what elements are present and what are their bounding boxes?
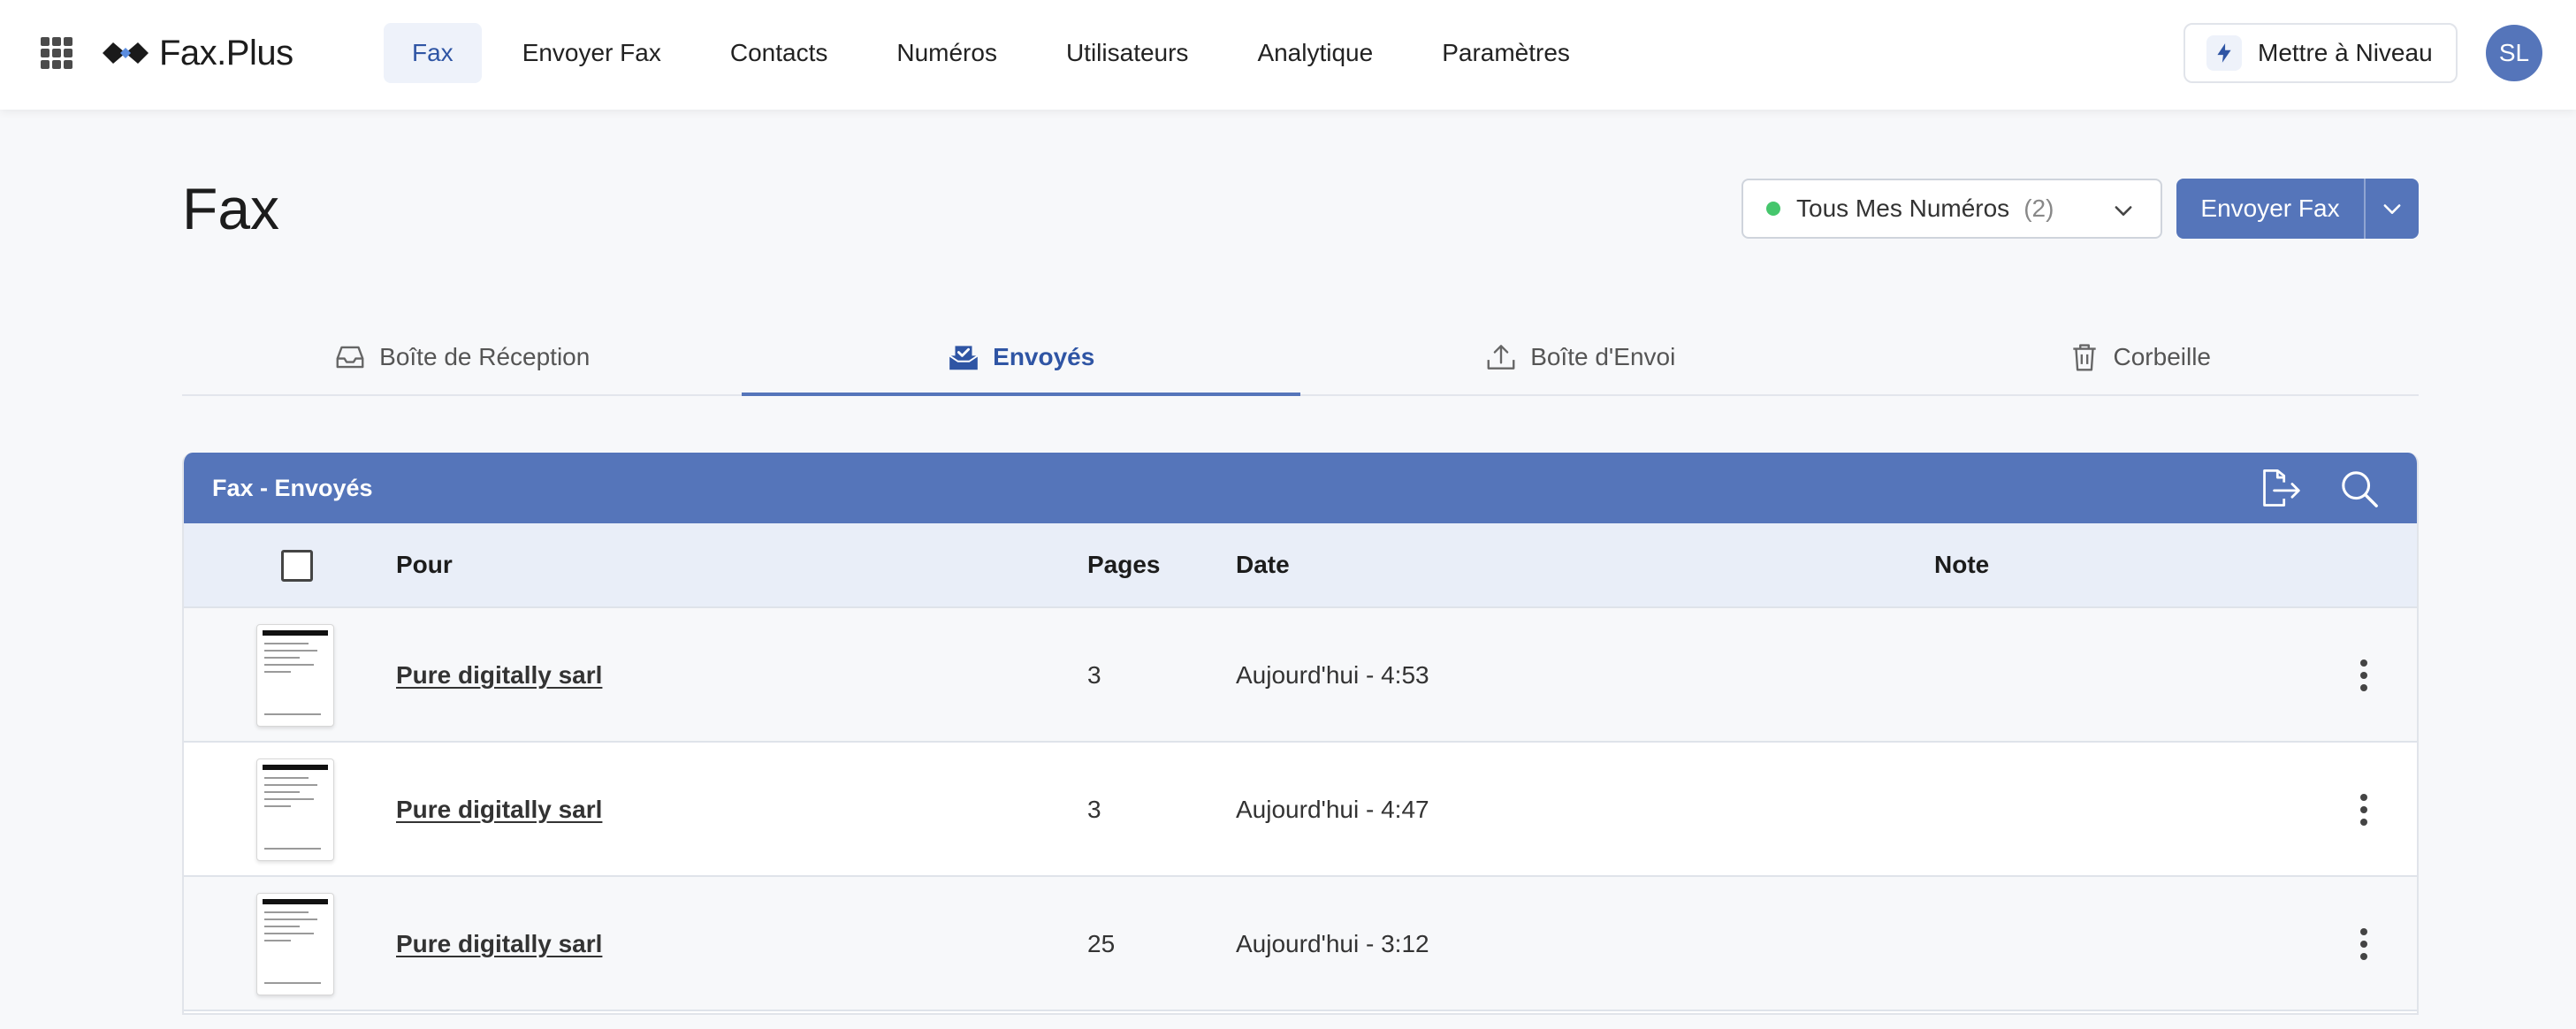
table-row[interactable]: Pure digitally sarl 3 Aujourd'hui - 4:47: [184, 743, 2417, 877]
fax-page-count: 3: [1087, 661, 1101, 689]
nav-item-users[interactable]: Utilisateurs: [1038, 23, 1216, 83]
column-header-pages[interactable]: Pages: [1087, 551, 1161, 579]
search-icon[interactable]: [2339, 469, 2380, 509]
top-navigation-bar: Fax.Plus Fax Envoyer Fax Contacts Numéro…: [0, 0, 2576, 110]
user-avatar[interactable]: SL: [2486, 25, 2542, 81]
send-fax-button-group: Envoyer Fax: [2176, 179, 2419, 239]
upgrade-label: Mettre à Niveau: [2258, 39, 2433, 66]
lightning-icon: [2206, 35, 2242, 71]
chevron-down-icon: [2115, 206, 2132, 216]
sent-icon: [949, 346, 979, 370]
fax-thumbnail[interactable]: [256, 624, 334, 727]
send-fax-button[interactable]: Envoyer Fax: [2176, 179, 2364, 239]
number-filter-count: (2): [2023, 194, 2054, 222]
nav-item-numbers[interactable]: Numéros: [868, 23, 1025, 83]
sent-fax-table-card: Fax - Envoyés Pour Pages Date Note Pure …: [182, 453, 2419, 1015]
send-fax-dropdown-toggle[interactable]: [2364, 179, 2419, 239]
nav-item-fax[interactable]: Fax: [384, 23, 482, 83]
export-icon[interactable]: [2260, 469, 2302, 509]
table-row[interactable]: Pure digitally sarl 25 Aujourd'hui - 3:1…: [184, 877, 2417, 1011]
upgrade-button[interactable]: Mettre à Niveau: [2184, 23, 2458, 83]
tab-sent-label: Envoyés: [993, 343, 1095, 370]
row-menu-icon[interactable]: [2346, 658, 2382, 693]
chevron-down-icon: [2383, 204, 2401, 214]
fax-page-count: 3: [1087, 796, 1101, 823]
nav-item-analytics[interactable]: Analytique: [1229, 23, 1401, 83]
table-header-row: Pour Pages Date Note: [184, 523, 2417, 608]
tab-outbox-label: Boîte d'Envoi: [1530, 343, 1676, 370]
select-all-checkbox[interactable]: [281, 550, 313, 582]
fax-folder-tabs: Boîte de Réception Envoyés Boîte d'Envoi…: [182, 320, 2419, 396]
number-filter-label: Tous Mes Numéros: [1796, 194, 2010, 222]
table-body: Pure digitally sarl 3 Aujourd'hui - 4:53…: [184, 608, 2417, 1011]
tab-trash-label: Corbeille: [2113, 343, 2212, 370]
tab-inbox-label: Boîte de Réception: [379, 343, 591, 370]
row-menu-icon[interactable]: [2346, 926, 2382, 962]
fax-thumbnail[interactable]: [256, 758, 334, 861]
table-row[interactable]: Pure digitally sarl 3 Aujourd'hui - 4:53: [184, 608, 2417, 743]
tab-sent[interactable]: Envoyés: [741, 320, 1301, 396]
number-filter-select[interactable]: Tous Mes Numéros (2): [1741, 179, 2162, 239]
fax-recipient-link[interactable]: Pure digitally sarl: [396, 877, 602, 1011]
table-title: Fax - Envoyés: [212, 474, 373, 501]
fax-date: Aujourd'hui - 4:47: [1236, 796, 1429, 823]
fax-recipient-link[interactable]: Pure digitally sarl: [396, 608, 602, 743]
fax-page-count: 25: [1087, 930, 1116, 957]
logo-icon: [103, 42, 149, 64]
outbox-icon: [1487, 345, 1515, 370]
trash-icon: [2072, 344, 2096, 371]
nav-item-contacts[interactable]: Contacts: [702, 23, 857, 83]
logo[interactable]: Fax.Plus: [101, 27, 293, 80]
inbox-icon: [336, 346, 364, 369]
column-header-date[interactable]: Date: [1236, 551, 1290, 579]
page-title: Fax: [182, 176, 280, 241]
tab-inbox[interactable]: Boîte de Réception: [182, 320, 742, 394]
tab-outbox[interactable]: Boîte d'Envoi: [1300, 320, 1860, 394]
row-menu-icon[interactable]: [2346, 792, 2382, 827]
nav-item-send-fax[interactable]: Envoyer Fax: [494, 23, 690, 83]
status-dot: [1766, 202, 1780, 216]
table-card-header: Fax - Envoyés: [184, 453, 2417, 523]
brand-name: Fax.Plus: [159, 33, 293, 72]
column-header-to[interactable]: Pour: [396, 551, 453, 579]
column-header-note[interactable]: Note: [1934, 551, 1989, 579]
tab-trash[interactable]: Corbeille: [1860, 320, 2420, 394]
fax-thumbnail[interactable]: [256, 893, 334, 995]
fax-recipient-link[interactable]: Pure digitally sarl: [396, 743, 602, 877]
fax-date: Aujourd'hui - 3:12: [1236, 930, 1429, 957]
app-grid-icon[interactable]: [41, 37, 72, 69]
main-nav: Fax Envoyer Fax Contacts Numéros Utilisa…: [384, 23, 1611, 83]
fax-date: Aujourd'hui - 4:53: [1236, 661, 1429, 689]
nav-item-settings[interactable]: Paramètres: [1414, 23, 1598, 83]
